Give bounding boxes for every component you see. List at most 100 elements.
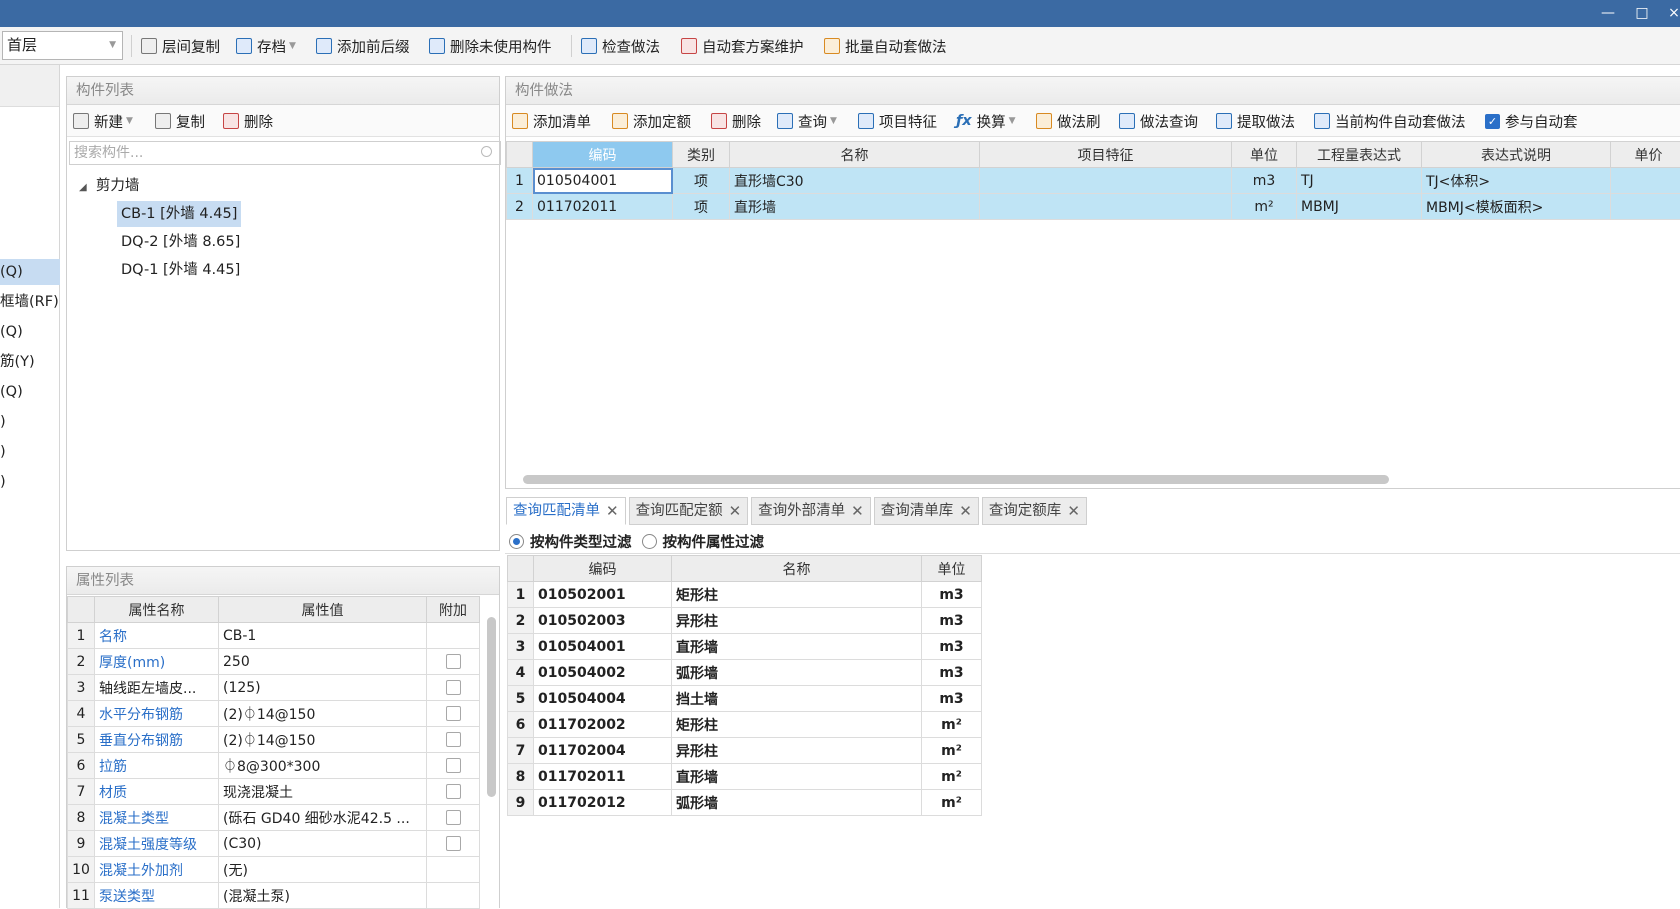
header-price[interactable]: 单价 xyxy=(1611,142,1680,168)
archive-button[interactable]: 存档▼ xyxy=(236,27,296,65)
delete-button[interactable]: 删除 xyxy=(223,105,273,137)
tab-match-quota[interactable]: 查询匹配定额✕ xyxy=(629,497,749,525)
extra-checkbox[interactable] xyxy=(446,784,461,799)
cell-code[interactable]: 010502003 xyxy=(534,608,672,634)
auto-scheme-maintain-button[interactable]: 自动套方案维护 xyxy=(681,27,804,65)
cell-type[interactable]: 项 xyxy=(673,168,730,194)
table-row[interactable]: 7材质现浇混凝土 xyxy=(68,779,480,805)
extra-checkbox[interactable] xyxy=(446,758,461,773)
header-code[interactable]: 编码 xyxy=(533,142,673,168)
convert-button[interactable]: ƒx换算▼ xyxy=(956,105,1016,137)
item-feature-button[interactable]: 项目特征 xyxy=(858,105,937,137)
header-unit[interactable]: 单位 xyxy=(922,556,982,582)
extra-checkbox[interactable] xyxy=(446,680,461,695)
cell-name[interactable]: 弧形墙 xyxy=(672,660,922,686)
cell-unit[interactable]: m² xyxy=(922,764,982,790)
cell-price[interactable] xyxy=(1611,168,1680,194)
header-expr[interactable]: 工程量表达式 xyxy=(1297,142,1422,168)
new-button[interactable]: 新建▼ xyxy=(73,105,133,137)
method-query-button[interactable]: 做法查询 xyxy=(1119,105,1198,137)
cell-feature[interactable] xyxy=(980,168,1232,194)
cell-price[interactable] xyxy=(1611,194,1680,220)
header-feature[interactable]: 项目特征 xyxy=(980,142,1232,168)
header-code[interactable]: 编码 xyxy=(534,556,672,582)
participate-auto-checkbox[interactable]: ✓参与自动套 xyxy=(1485,105,1578,137)
auto-apply-current-button[interactable]: 当前构件自动套做法 xyxy=(1314,105,1466,137)
prop-value[interactable]: (C30) xyxy=(219,831,427,857)
cell-name[interactable]: 直形墙 xyxy=(672,634,922,660)
prop-value[interactable]: 250 xyxy=(219,649,427,675)
cell-feature[interactable] xyxy=(980,194,1232,220)
cell-unit[interactable]: m3 xyxy=(922,582,982,608)
prop-value[interactable]: (混凝土泵) xyxy=(219,883,427,909)
check-method-button[interactable]: 检查做法 xyxy=(581,27,660,65)
cell-code[interactable]: 010504001 xyxy=(533,168,673,194)
tree-group-shear-wall[interactable]: ◢ 剪力墙 xyxy=(79,173,139,199)
strip-item[interactable]: ) xyxy=(0,439,60,465)
cell-code[interactable]: 011702012 xyxy=(534,790,672,816)
cell-unit[interactable]: m3 xyxy=(922,634,982,660)
table-row[interactable]: 10混凝土外加剂(无) xyxy=(68,857,480,883)
table-row[interactable]: 1010504001项直形墙C30m3TJTJ<体积> xyxy=(507,168,1680,194)
header-type[interactable]: 类别 xyxy=(673,142,730,168)
table-row[interactable]: 5垂直分布钢筋(2)⏀14@150 xyxy=(68,727,480,753)
table-row[interactable]: 1名称CB-1 xyxy=(68,623,480,649)
prop-value[interactable]: (125) xyxy=(219,675,427,701)
extra-checkbox[interactable] xyxy=(446,732,461,747)
strip-item[interactable]: 框墙(RF) xyxy=(0,289,60,315)
tree-item[interactable]: CB-1 [外墙 4.45] xyxy=(117,201,241,227)
table-row[interactable]: 4水平分布钢筋(2)⏀14@150 xyxy=(68,701,480,727)
cell-code[interactable]: 011702011 xyxy=(534,764,672,790)
table-row[interactable]: 6拉筋⏀8@300*300 xyxy=(68,753,480,779)
table-row[interactable]: 11泵送类型(混凝土泵) xyxy=(68,883,480,909)
prop-value[interactable]: (砾石 GD40 细砂水泥42.5 ... xyxy=(219,805,427,831)
cell-code[interactable]: 011702011 xyxy=(533,194,673,220)
cell-name[interactable]: 直形墙C30 xyxy=(730,168,980,194)
table-row[interactable]: 2011702011项直形墙m²MBMJMBMJ<模板面积> xyxy=(507,194,1680,220)
table-row[interactable]: 9011702012弧形墙m² xyxy=(508,790,982,816)
cell-expr[interactable]: MBMJ xyxy=(1297,194,1422,220)
cell-unit[interactable]: m² xyxy=(922,790,982,816)
add-prefix-suffix-button[interactable]: 添加前后缀 xyxy=(316,27,410,65)
cell-name[interactable]: 异形柱 xyxy=(672,608,922,634)
cell-unit[interactable]: m3 xyxy=(922,660,982,686)
strip-item[interactable]: (Q) xyxy=(0,259,60,285)
floor-copy-button[interactable]: 层间复制 xyxy=(141,27,220,65)
method-brush-button[interactable]: 做法刷 xyxy=(1036,105,1101,137)
extra-checkbox[interactable] xyxy=(446,654,461,669)
prop-value[interactable]: (2)⏀14@150 xyxy=(219,727,427,753)
cell-desc[interactable]: MBMJ<模板面积> xyxy=(1422,194,1611,220)
cell-code[interactable]: 010504002 xyxy=(534,660,672,686)
strip-item[interactable]: (Q) xyxy=(0,319,60,345)
horizontal-scrollbar[interactable] xyxy=(523,475,1389,484)
close-icon[interactable]: ✕ xyxy=(729,497,742,525)
tab-external-bill[interactable]: 查询外部清单✕ xyxy=(751,497,871,525)
delete-unused-button[interactable]: 删除未使用构件 xyxy=(429,27,552,65)
close-icon[interactable]: ✕ xyxy=(959,497,972,525)
cell-name[interactable]: 直形墙 xyxy=(672,764,922,790)
extract-method-button[interactable]: 提取做法 xyxy=(1216,105,1295,137)
strip-item[interactable]: ) xyxy=(0,409,60,435)
extra-checkbox[interactable] xyxy=(446,836,461,851)
table-row[interactable]: 7011702004异形柱m² xyxy=(508,738,982,764)
prop-value[interactable]: 现浇混凝土 xyxy=(219,779,427,805)
strip-item[interactable]: (Q) xyxy=(0,379,60,405)
cell-unit[interactable]: m3 xyxy=(1232,168,1297,194)
component-search-input[interactable]: 搜索构件... xyxy=(69,141,501,165)
cell-code[interactable]: 011702002 xyxy=(534,712,672,738)
cell-unit[interactable]: m3 xyxy=(922,686,982,712)
table-row[interactable]: 6011702002矩形柱m² xyxy=(508,712,982,738)
query-button[interactable]: 查询▼ xyxy=(777,105,837,137)
cell-code[interactable]: 010504001 xyxy=(534,634,672,660)
table-row[interactable]: 3轴线距左墙皮...(125) xyxy=(68,675,480,701)
cell-name[interactable]: 异形柱 xyxy=(672,738,922,764)
cell-code[interactable]: 010502001 xyxy=(534,582,672,608)
extra-checkbox[interactable] xyxy=(446,706,461,721)
tree-item[interactable]: DQ-1 [外墙 4.45] xyxy=(121,257,240,283)
cell-type[interactable]: 项 xyxy=(673,194,730,220)
cell-name[interactable]: 矩形柱 xyxy=(672,712,922,738)
cell-unit[interactable]: m3 xyxy=(922,608,982,634)
cell-name[interactable]: 直形墙 xyxy=(730,194,980,220)
tree-item[interactable]: DQ-2 [外墙 8.65] xyxy=(121,229,240,255)
header-name[interactable]: 名称 xyxy=(672,556,922,582)
